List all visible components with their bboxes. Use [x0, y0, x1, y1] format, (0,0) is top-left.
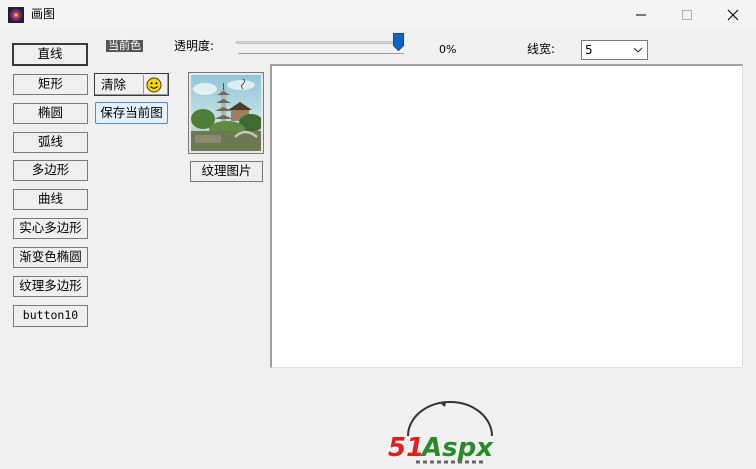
close-button[interactable]	[710, 0, 756, 30]
texture-picture-box	[188, 72, 264, 154]
ellipse-button[interactable]: 椭圆	[13, 103, 88, 124]
curve-button[interactable]: 曲线	[13, 189, 88, 210]
slider-ticks	[238, 53, 404, 56]
slider-track	[236, 41, 404, 44]
rectangle-button[interactable]: 矩形	[13, 74, 88, 95]
slider-thumb[interactable]	[393, 33, 404, 51]
minimize-icon	[636, 14, 646, 16]
window-title: 画图	[31, 7, 56, 21]
opacity-label: 透明度:	[174, 39, 215, 53]
app-icon	[8, 7, 24, 23]
drawing-canvas[interactable]	[270, 64, 743, 368]
arc-button[interactable]: 弧线	[13, 132, 88, 153]
clear-button[interactable]: 清除	[94, 73, 169, 96]
minimize-button[interactable]	[618, 0, 664, 30]
smiley-icon	[143, 75, 163, 94]
chevron-down-icon	[633, 47, 643, 53]
polygon-button[interactable]: 多边形	[13, 160, 88, 181]
button10[interactable]: button10	[13, 305, 88, 327]
51aspx-logo: 51 Aspx	[386, 400, 516, 466]
texture-picture-button[interactable]: 纹理图片	[190, 161, 263, 182]
opacity-value: 0%	[439, 43, 457, 56]
line-width-dropdown[interactable]: 5	[581, 40, 648, 60]
svg-text:51: 51	[388, 433, 424, 463]
opacity-slider[interactable]	[232, 32, 408, 58]
line-width-label: 线宽:	[527, 42, 556, 56]
filled-polygon-button[interactable]: 实心多边形	[13, 218, 88, 239]
clear-label: 清除	[101, 77, 127, 92]
pagoda-landscape-picture	[191, 75, 263, 151]
current-color-swatch[interactable]: 当前色	[106, 40, 143, 52]
close-icon	[727, 9, 739, 21]
texture-polygon-button[interactable]: 纹理多边形	[13, 276, 88, 297]
svg-text:Aspx: Aspx	[420, 433, 494, 463]
save-current-image-button[interactable]: 保存当前图	[95, 102, 168, 124]
maximize-button[interactable]	[664, 0, 710, 30]
gradient-ellipse-button[interactable]: 渐变色椭圆	[13, 247, 88, 268]
line-button[interactable]: 直线	[12, 43, 88, 66]
line-width-value: 5	[585, 43, 593, 57]
maximize-icon	[682, 10, 692, 20]
title-bar: 画图	[0, 0, 756, 30]
